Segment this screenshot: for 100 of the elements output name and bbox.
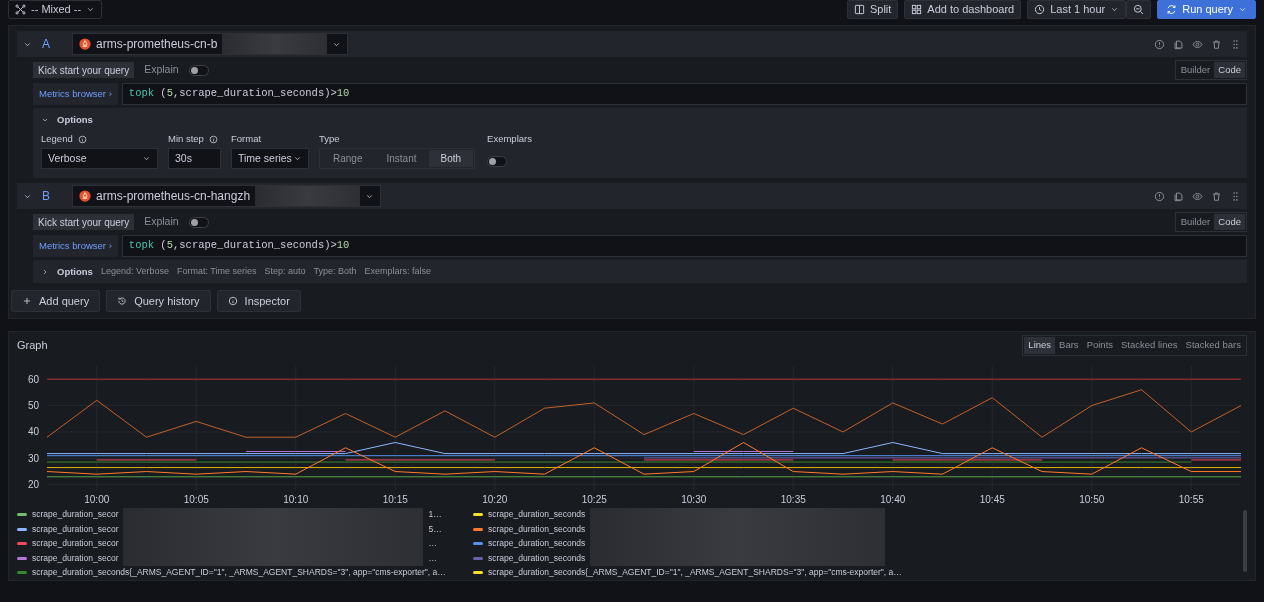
zoom-out-button[interactable] (1126, 0, 1152, 19)
caret-icon (86, 5, 96, 14)
copy-icon[interactable] (1173, 190, 1184, 202)
panel-title: Graph (17, 338, 48, 354)
type-option[interactable]: Range (321, 150, 375, 168)
help-icon[interactable] (1154, 190, 1165, 202)
info-icon (227, 296, 238, 307)
axis-label: 50 (27, 399, 39, 411)
legend-label[interactable]: scrape_duration_secor (32, 508, 119, 522)
mode-tab[interactable]: Code (1214, 214, 1245, 231)
caret-icon (1238, 5, 1247, 14)
metrics-browser-button[interactable]: Metrics browser › (33, 83, 118, 106)
option-summary: Exemplars: false (364, 265, 432, 278)
help-icon[interactable] (1154, 38, 1165, 50)
options-toggle[interactable]: Options (41, 112, 93, 127)
select-field[interactable]: Time series (231, 148, 309, 170)
eye-icon[interactable] (1192, 38, 1203, 50)
time-range-picker[interactable]: Last 1 hour (1027, 0, 1127, 19)
inspector-button[interactable]: Inspector (216, 290, 301, 313)
clock-icon (1034, 4, 1046, 15)
grid-icon (911, 4, 923, 15)
query-history-button[interactable]: Query history (106, 290, 211, 313)
explain-toggle[interactable] (188, 64, 209, 76)
datasource-select[interactable]: arms-prometheus-cn-hangzh (72, 185, 382, 207)
legend-label[interactable]: scrape_duration_secor (32, 551, 119, 565)
split-button[interactable]: Split (846, 0, 899, 19)
legend-label[interactable]: 1… (428, 508, 442, 522)
datasource-name: arms-prometheus-cn-b (96, 36, 218, 53)
view-tab[interactable]: Lines (1024, 337, 1056, 354)
field-label: Legend (41, 132, 73, 147)
datasource-picker[interactable]: -- Mixed -- (8, 0, 103, 19)
axis-label: 10:40 (880, 493, 906, 505)
query-name: A (42, 36, 51, 53)
mode-tab[interactable]: Builder (1176, 214, 1215, 231)
type-option[interactable]: Instant (374, 150, 429, 168)
legend-label[interactable]: … (428, 551, 437, 565)
view-tab[interactable]: Stacked bars (1181, 337, 1245, 354)
axis-label: 10:55 (1178, 493, 1204, 505)
legend-label[interactable]: scrape_duration_seconds (488, 508, 586, 522)
mode-tab[interactable]: Builder (1176, 62, 1215, 79)
history-icon (117, 296, 128, 307)
legend-label[interactable]: scrape_duration_secor (32, 522, 119, 536)
plus-icon (22, 296, 32, 307)
axis-label: 10:10 (283, 493, 309, 505)
view-tab[interactable]: Stacked lines (1117, 337, 1182, 354)
type-option[interactable]: Both (428, 150, 474, 168)
scrollbar[interactable] (1243, 509, 1247, 572)
select-field[interactable]: Verbose (41, 148, 158, 170)
field-label: Format (231, 132, 262, 147)
legend-label[interactable]: … (428, 537, 437, 551)
prometheus-icon (79, 190, 91, 202)
explain-label: Explain (144, 214, 179, 230)
legend-label[interactable]: scrape_duration_seconds (488, 551, 586, 565)
run-query-button[interactable]: Run query (1157, 0, 1256, 19)
explain-label: Explain (144, 62, 179, 78)
option-summary: Legend: Verbose (100, 265, 169, 278)
legend-label[interactable]: scrape_duration_seconds{_ARMS_AGENT_ID="1", _ARMS_AGENT_SHARDS="3", app="cms-exporter", a… (32, 566, 446, 580)
mode-tab[interactable]: Code (1214, 62, 1245, 79)
query-input[interactable]: topk (5,scrape_duration_seconds)>10 (121, 235, 1247, 258)
axis-label: 60 (27, 373, 39, 385)
axis-label: 10:05 (183, 493, 209, 505)
drag-handle-icon[interactable] (1230, 38, 1241, 50)
trash-icon[interactable] (1211, 38, 1222, 50)
kick-start-button[interactable]: Kick start your query (33, 62, 135, 79)
axis-label: 10:35 (780, 493, 806, 505)
trash-icon[interactable] (1211, 190, 1222, 202)
datasource-select[interactable]: arms-prometheus-cn-b (72, 33, 349, 55)
input-field[interactable]: 30s (168, 148, 221, 170)
view-tab[interactable]: Points (1082, 337, 1118, 354)
add-query-button[interactable]: Add query (11, 290, 101, 313)
add-to-dashboard-button[interactable]: Add to dashboard (904, 0, 1022, 19)
query-name: B (42, 188, 51, 205)
mixed-icon (15, 4, 26, 15)
explain-toggle[interactable] (188, 216, 209, 228)
caret-icon (1110, 5, 1120, 14)
zoom-out-icon (1133, 4, 1145, 15)
axis-label: 10:00 (84, 493, 110, 505)
option-summary: Step: auto (264, 265, 306, 278)
options-toggle[interactable]: Options (41, 264, 93, 279)
query-input[interactable]: topk (5,scrape_duration_seconds)>10 (121, 83, 1247, 106)
eye-icon[interactable] (1192, 190, 1203, 202)
option-summary: Format: Time series (176, 265, 257, 278)
legend-label[interactable]: 5… (428, 522, 442, 536)
axis-label: 10:25 (581, 493, 607, 505)
legend-label[interactable]: scrape_duration_seconds{_ARMS_AGENT_ID="1", _ARMS_AGENT_SHARDS="3", app="cms-exporter", a… (488, 566, 902, 580)
legend-label[interactable]: scrape_duration_seconds (488, 537, 586, 551)
chevron-icon (41, 267, 49, 276)
kick-start-button[interactable]: Kick start your query (33, 214, 135, 231)
legend-label[interactable]: scrape_duration_seconds (488, 522, 586, 536)
view-tab[interactable]: Bars (1055, 337, 1083, 354)
prometheus-icon (79, 38, 91, 50)
field-label: Exemplars (487, 132, 532, 147)
axis-label: 10:20 (482, 493, 508, 505)
exemplars-toggle[interactable] (487, 156, 508, 168)
legend-label[interactable]: scrape_duration_secor (32, 537, 119, 551)
drag-handle-icon[interactable] (1230, 190, 1241, 202)
datasource-name: arms-prometheus-cn-hangzh (96, 188, 251, 205)
metrics-browser-button[interactable]: Metrics browser › (33, 235, 118, 258)
axis-label: 10:50 (1079, 493, 1105, 505)
copy-icon[interactable] (1173, 38, 1184, 50)
